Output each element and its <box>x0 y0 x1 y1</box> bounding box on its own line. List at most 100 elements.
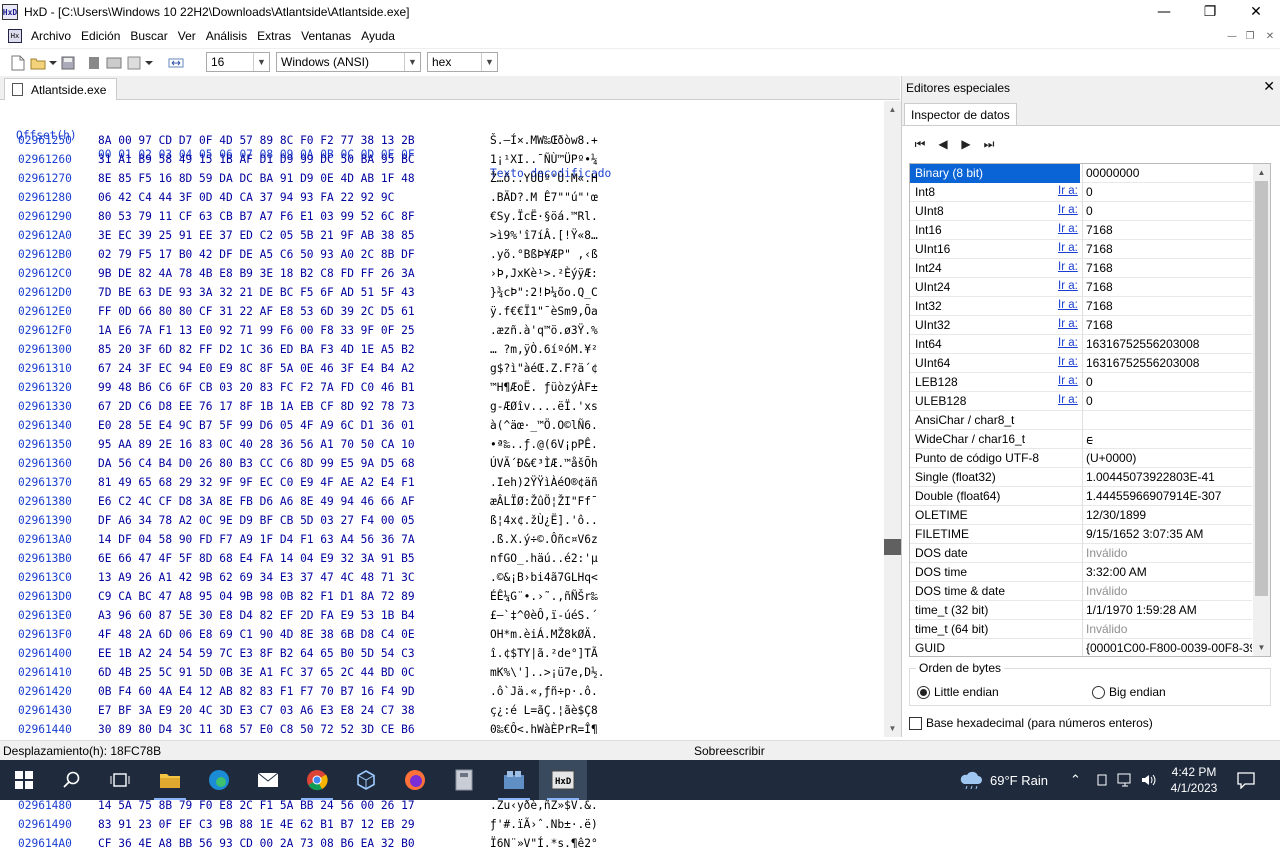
row-decoded-text[interactable]: à(^äœ·_™Ö.O©lÑ6. <box>490 416 598 435</box>
inspector-row[interactable]: WideChar / char16_t ᰀ <box>910 430 1252 449</box>
hex-row[interactable]: 02961310 67 24 3F EC 94 E0 E9 8C 8F 5A 0E… <box>0 359 884 378</box>
inspector-row-value[interactable]: 16316752556203008 <box>1082 354 1252 373</box>
close-icon[interactable]: ✕ <box>1263 79 1275 95</box>
inspector-row-value[interactable]: 16316752556203008 <box>1082 335 1252 354</box>
row-decoded-text[interactable]: .Ieh)2ŸŸìÀéO®¢äñ <box>490 473 598 492</box>
row-bytes[interactable]: 67 24 3F EC 94 E0 E9 8C 8F 5A 0E 46 3F E… <box>98 359 415 378</box>
hex-row[interactable]: 02961340 E0 28 5E E4 9C B7 5F 99 D6 05 4F… <box>0 416 884 435</box>
file-explorer-icon[interactable] <box>146 760 194 800</box>
scroll-up-icon[interactable]: ▲ <box>1253 164 1270 181</box>
hex-row[interactable]: 029613E0 A3 96 60 87 5E 30 E8 D4 82 EF 2D… <box>0 606 884 625</box>
previous-icon[interactable]: ◀ <box>933 136 953 152</box>
inspector-row-value[interactable]: 00000000 <box>1082 164 1252 183</box>
inspector-row-value[interactable]: 7168 <box>1082 240 1252 259</box>
tab-atlantside-exe[interactable]: Atlantside.exe <box>4 78 118 100</box>
inspector-row[interactable]: Binary (8 bit) 00000000 <box>910 164 1252 183</box>
inspector-row[interactable]: Int64 Ir a: 16316752556203008 <box>910 335 1252 354</box>
row-bytes[interactable]: E0 28 5E E4 9C B7 5F 99 D6 05 4F A9 6C D… <box>98 416 415 435</box>
menu-analisis[interactable]: Análisis <box>201 29 252 43</box>
menu-ver[interactable]: Ver <box>173 29 201 43</box>
inspector-row-value[interactable]: 9/15/1652 3:07:35 AM <box>1082 525 1252 544</box>
hex-row[interactable]: 029613F0 4F 48 2A 6D 06 E8 69 C1 90 4D 8E… <box>0 625 884 644</box>
3d-viewer-icon[interactable] <box>342 760 390 800</box>
inspector-row-value[interactable]: 1.00445073922803E-41 <box>1082 468 1252 487</box>
inspector-row-value[interactable]: 3:32:00 AM <box>1082 563 1252 582</box>
inspector-row[interactable]: ULEB128 Ir a: 0 <box>910 392 1252 411</box>
row-decoded-text[interactable]: ™H¶ÆoË. ƒüòzýÀF± <box>490 378 598 397</box>
inspector-row[interactable]: UInt8 Ir a: 0 <box>910 202 1252 221</box>
row-bytes[interactable]: 67 2D C6 D8 EE 76 17 8F 1B 1A EB CF 8D 9… <box>98 397 415 416</box>
hex-row[interactable]: 02961430 E7 BF 3A E9 20 4C 3D E3 C7 03 A6… <box>0 701 884 720</box>
row-decoded-text[interactable]: .BÄD?.M Ê7""ú"'œ <box>490 188 598 207</box>
menu-ventanas[interactable]: Ventanas <box>296 29 356 43</box>
inspector-row-value[interactable]: 7168 <box>1082 297 1252 316</box>
inspector-row[interactable]: UInt24 Ir a: 7168 <box>910 278 1252 297</box>
inspector-scrollbar[interactable]: ▲ ▼ <box>1253 164 1270 656</box>
menu-extras[interactable]: Extras <box>252 29 296 43</box>
save-all-icon[interactable] <box>84 53 104 73</box>
scroll-down-icon[interactable]: ▼ <box>884 720 901 737</box>
big-endian-radio[interactable]: Big endian <box>1092 685 1166 699</box>
bytes-per-row-select[interactable]: 16 ▼ <box>206 52 270 72</box>
document-icon[interactable]: Hx <box>8 29 22 43</box>
row-bytes[interactable]: E6 C2 4C CF D8 3A 8E FB D6 A6 8E 49 94 4… <box>98 492 415 511</box>
row-decoded-text[interactable]: •ª‰..ƒ.@(6V¡pPÊ. <box>490 435 598 454</box>
row-decoded-text[interactable]: ç¿:é L=ãÇ.¦ãè$Ç8 <box>490 701 598 720</box>
print-icon[interactable] <box>124 53 144 73</box>
hex-row[interactable]: 029613B0 6E 66 47 4F 5F 8D 68 E4 FA 14 04… <box>0 549 884 568</box>
row-decoded-text[interactable]: .©&¡B›bi4ã7GLHq< <box>490 568 598 587</box>
inspector-row[interactable]: DOS date Inválido <box>910 544 1252 563</box>
inspector-row[interactable]: Punto de código UTF-8 (U+0000) <box>910 449 1252 468</box>
goto-link[interactable]: Ir a: <box>1058 204 1078 216</box>
hex-row[interactable]: 02961260 31 A1 B9 58 49 15 1B AF D1 D9 99… <box>0 150 884 169</box>
row-bytes[interactable]: CF 36 4E A8 BB 56 93 CD 00 2A 73 08 B6 E… <box>98 834 415 853</box>
inspector-row-value[interactable]: 0 <box>1082 392 1252 411</box>
row-bytes[interactable]: 83 91 23 0F EF C3 9B 88 1E 4E 62 B1 B7 1… <box>98 815 415 834</box>
network-tool-icon[interactable] <box>490 760 538 800</box>
inspector-row[interactable]: FILETIME 9/15/1652 3:07:35 AM <box>910 525 1252 544</box>
hex-row[interactable]: 02961410 6D 4B 25 5C 91 5D 0B 3E A1 FC 37… <box>0 663 884 682</box>
row-bytes[interactable]: E7 BF 3A E9 20 4C 3D E3 C7 03 A6 E3 E8 2… <box>98 701 415 720</box>
row-bytes[interactable]: 0B F4 60 4A E4 12 AB 82 83 F1 F7 70 B7 1… <box>98 682 415 701</box>
row-decoded-text[interactable]: … ?m,ÿÒ.6íºóM.¥² <box>490 340 598 359</box>
hex-row[interactable]: 029612A0 3E EC 39 25 91 EE 37 ED C2 05 5B… <box>0 226 884 245</box>
inspector-row-value[interactable] <box>1082 411 1252 430</box>
inspector-row[interactable]: Int24 Ir a: 7168 <box>910 259 1252 278</box>
mdi-minimize-button[interactable]: — <box>1224 28 1240 44</box>
scrollbar-thumb[interactable] <box>1255 181 1268 596</box>
hex-row[interactable]: 02961390 DF A6 34 78 A2 0C 9E D9 BF CB 5D… <box>0 511 884 530</box>
close-button[interactable]: ✕ <box>1233 0 1279 24</box>
hxd-taskbar-icon[interactable]: HxD <box>539 760 587 800</box>
row-decoded-text[interactable]: Ž…õ..YÚÜº'Ù.M«.H <box>490 169 598 188</box>
hex-row[interactable]: 029613A0 14 DF 04 58 90 FD F7 A9 1F D4 F1… <box>0 530 884 549</box>
row-bytes[interactable]: 8E 85 F5 16 8D 59 DA DC BA 91 D9 0E 4D A… <box>98 169 415 188</box>
row-decoded-text[interactable]: £–`‡^0èÔ‚ï-úéS.´ <box>490 606 598 625</box>
inspector-row[interactable]: OLETIME 12/30/1899 <box>910 506 1252 525</box>
hex-row[interactable]: 029612B0 02 79 F5 17 B0 42 DF DE A5 C6 50… <box>0 245 884 264</box>
row-bytes[interactable]: EE 1B A2 24 54 59 7C E3 8F B2 64 65 B0 5… <box>98 644 415 663</box>
open-file-icon[interactable] <box>28 53 48 73</box>
goto-link[interactable]: Ir a: <box>1058 375 1078 387</box>
row-decoded-text[interactable]: .ß.X.ý÷©.Ôñc¤V6z <box>490 530 598 549</box>
inspector-row[interactable]: UInt16 Ir a: 7168 <box>910 240 1252 259</box>
goto-link[interactable]: Ir a: <box>1058 318 1078 330</box>
hex-row[interactable]: 02961280 06 42 C4 44 3F 0D 4D CA 37 94 93… <box>0 188 884 207</box>
hex-row[interactable]: 02961440 30 89 80 D4 3C 11 68 57 E0 C8 50… <box>0 720 884 739</box>
inspector-row-value[interactable]: 7168 <box>1082 221 1252 240</box>
row-decoded-text[interactable]: Ï6N¨»V"Í.*s.¶ê2° <box>490 834 598 853</box>
row-bytes[interactable]: DA 56 C4 B4 D0 26 80 B3 CC C6 8D 99 E5 9… <box>98 454 415 473</box>
inspector-row[interactable]: UInt32 Ir a: 7168 <box>910 316 1252 335</box>
inspector-row[interactable]: Double (float64) 1.44455966907914E-307 <box>910 487 1252 506</box>
row-decoded-text[interactable]: .æzñ.à'q™ö.ø3Ÿ.% <box>490 321 598 340</box>
row-decoded-text[interactable]: ÚVÄ´Ð&€³ÌÆ.™åšÕh <box>490 454 598 473</box>
inspector-row[interactable]: UInt64 Ir a: 16316752556203008 <box>910 354 1252 373</box>
hex-editor-view[interactable]: Offset(h) 00 01 02 03 04 05 06 07 08 09 … <box>0 101 884 850</box>
hex-row[interactable]: 02961370 81 49 65 68 29 32 9F 9F EC C0 E9… <box>0 473 884 492</box>
menu-archivo[interactable]: Archivo <box>26 29 76 43</box>
row-decoded-text[interactable]: .yõ.°BßÞ¥ÆP" ,‹ß <box>490 245 598 264</box>
inspector-row[interactable]: DOS time & date Inválido <box>910 582 1252 601</box>
inspector-row-value[interactable]: ᰀ <box>1082 430 1252 449</box>
row-decoded-text[interactable]: 1¡¹XI..¯ÑÙ™ÜPº•¼ <box>490 150 598 169</box>
mdi-close-button[interactable]: ✕ <box>1262 28 1278 44</box>
row-bytes[interactable]: 80 53 79 11 CF 63 CB B7 A7 F6 E1 03 99 5… <box>98 207 415 226</box>
